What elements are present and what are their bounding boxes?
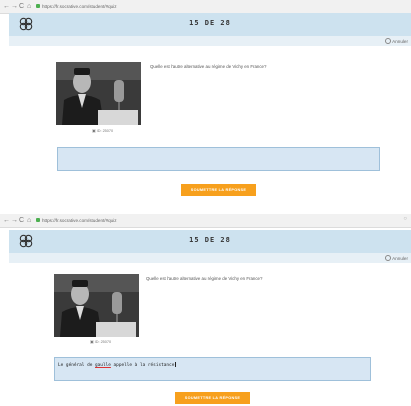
screenshot-after: ← → C ⌂ https://fr.socrative.com/student… [0, 214, 411, 406]
action-bar: Annuler [9, 253, 411, 263]
action-bar: Annuler [9, 36, 411, 46]
quiz-header: 15 DE 28 [9, 230, 411, 253]
submit-answer-button[interactable]: SOUMETTRE LA RÉPONSE [175, 392, 250, 404]
home-icon[interactable]: ⌂ [27, 2, 31, 11]
forward-icon[interactable]: → [11, 216, 18, 225]
browser-toolbar: ← → C ⌂ https://fr.socrative.com/student… [0, 0, 411, 14]
answer-field[interactable]: Le général de gaulle appelle à la résist… [54, 357, 371, 381]
answer-value: Le général de gaulle appelle à la résist… [58, 362, 176, 368]
cancel-button[interactable]: Annuler [385, 38, 408, 44]
address-bar[interactable]: https://fr.socrative.com/student/#quiz [42, 217, 117, 224]
image-credit: ▣ ID: 25070 [92, 129, 114, 133]
browser-toolbar: ← → C ⌂ https://fr.socrative.com/student… [0, 214, 411, 228]
lock-icon [36, 4, 40, 8]
home-icon[interactable]: ⌂ [27, 216, 31, 225]
spellcheck-word: gaulle [95, 363, 111, 368]
back-icon[interactable]: ← [3, 2, 10, 11]
image-credit: ▣ ID: 25070 [90, 340, 112, 344]
cancel-icon [385, 255, 392, 261]
submit-answer-button[interactable]: SOUMETTRE LA RÉPONSE [181, 184, 256, 196]
question-text: Quelle est l'autre alternative au régime… [150, 64, 267, 69]
cancel-label: Annuler [392, 39, 408, 44]
text-caret [175, 362, 176, 367]
question-counter: 15 DE 28 [189, 236, 231, 244]
quiz-header: 15 DE 28 [9, 13, 411, 36]
reload-icon[interactable]: C [19, 216, 24, 225]
question-counter: 15 DE 28 [189, 19, 231, 27]
answer-field[interactable] [57, 147, 380, 171]
cancel-label: Annuler [392, 256, 408, 261]
question-image [54, 274, 139, 337]
lock-icon [36, 218, 40, 222]
forward-icon[interactable]: → [11, 2, 18, 11]
cancel-button[interactable]: Annuler [385, 255, 408, 261]
reload-icon[interactable]: C [19, 2, 24, 11]
question-text: Quelle est l'autre alternative au régime… [146, 276, 263, 281]
question-image [56, 62, 141, 125]
address-bar[interactable]: https://fr.socrative.com/student/#quiz [42, 3, 117, 10]
close-icon[interactable]: ○ [403, 216, 407, 222]
screenshot-before: ← → C ⌂ https://fr.socrative.com/student… [0, 0, 411, 210]
cancel-icon [385, 38, 392, 44]
back-icon[interactable]: ← [3, 216, 10, 225]
